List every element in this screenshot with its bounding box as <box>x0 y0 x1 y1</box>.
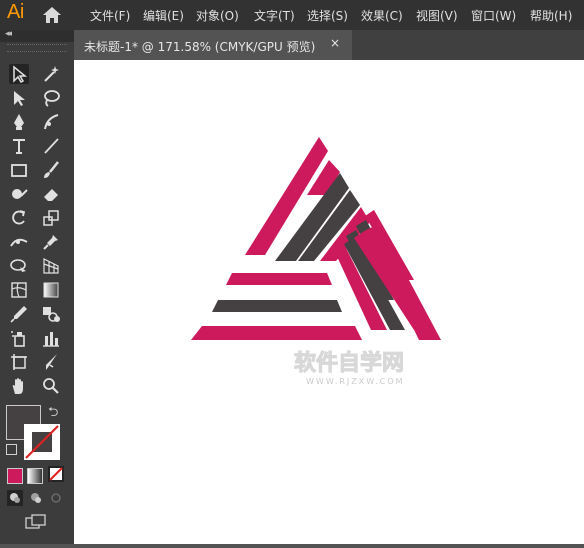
type-tool[interactable] <box>9 136 29 156</box>
blend-icon <box>43 307 60 322</box>
color-mode-icon[interactable] <box>7 468 23 484</box>
column-graph-icon <box>43 332 59 347</box>
pen-tool[interactable] <box>9 112 29 132</box>
artwork[interactable]: 软件自学网 WWW.RJZXW.COM <box>74 60 584 544</box>
draw-behind-icon <box>31 493 41 503</box>
home-icon[interactable] <box>42 6 62 24</box>
draw-behind-button[interactable] <box>28 490 44 506</box>
curvature-tool[interactable] <box>41 112 61 132</box>
type-icon <box>13 139 25 154</box>
width-icon <box>10 238 28 247</box>
magic-wand-icon <box>44 66 59 82</box>
close-tab-icon[interactable]: × <box>330 36 340 50</box>
curvature-icon <box>44 114 59 130</box>
gradient-tool[interactable] <box>41 280 61 300</box>
menu-select[interactable]: 选择(S) <box>307 7 348 24</box>
gradient-icon <box>43 282 59 298</box>
watermark-sub: WWW.RJZXW.COM <box>306 377 405 386</box>
blend-tool[interactable] <box>41 304 61 324</box>
screen-mode-button[interactable] <box>25 514 47 530</box>
swap-fill-stroke-icon[interactable]: ⮌ <box>48 403 58 425</box>
watermark-main: 软件自学网 <box>294 350 404 376</box>
perspective-grid-icon <box>43 258 59 274</box>
none-mode-icon <box>49 467 63 481</box>
rotate-icon <box>12 210 26 225</box>
menu-file[interactable]: 文件(F) <box>90 7 130 24</box>
shaper-icon <box>12 189 28 199</box>
mesh-tool[interactable] <box>9 280 29 300</box>
shaper-tool[interactable] <box>9 184 29 204</box>
zoom-icon <box>43 378 59 394</box>
eraser-tool[interactable] <box>41 184 61 204</box>
symbol-sprayer-tool[interactable] <box>9 328 29 348</box>
menu-bar: Ai 文件(F) 编辑(E) 对象(O) 文字(T) 选择(S) 效果(C) 视… <box>0 0 584 30</box>
draw-inside-button[interactable] <box>48 490 64 506</box>
selection-tool-icon <box>13 65 28 83</box>
menu-effect[interactable]: 效果(C) <box>361 7 403 24</box>
dark-bar-1 <box>212 300 342 312</box>
hand-icon <box>12 378 23 394</box>
menu-type[interactable]: 文字(T) <box>254 7 295 24</box>
pen-icon <box>14 114 24 130</box>
rectangle-icon <box>11 164 27 177</box>
scale-tool[interactable] <box>41 208 61 228</box>
paintbrush-icon <box>44 161 59 178</box>
selection-tool[interactable] <box>9 64 29 84</box>
hand-tool[interactable] <box>9 376 29 396</box>
stroke-swatch[interactable] <box>24 424 60 460</box>
menu-window[interactable]: 窗口(W) <box>471 7 516 24</box>
eyedropper-tool[interactable] <box>9 304 29 324</box>
draw-normal-icon <box>10 493 20 503</box>
tools-panel-header <box>0 30 74 42</box>
menu-help[interactable]: 帮助(H) <box>530 7 572 24</box>
width-tool[interactable] <box>9 232 29 252</box>
symbol-sprayer-icon <box>11 331 25 347</box>
pink-bar-1 <box>226 273 332 285</box>
draw-normal-button[interactable] <box>7 490 23 506</box>
document-tab-title: 未标题-1* @ 171.58% (CMYK/GPU 预览) <box>84 40 316 54</box>
screen-mode-icon <box>25 514 46 529</box>
collapse-icon[interactable]: ◂◂ <box>5 29 12 39</box>
pink-bar-2 <box>191 326 362 340</box>
eraser-icon <box>44 189 58 201</box>
zoom-tool[interactable] <box>41 376 61 396</box>
column-graph-tool[interactable] <box>41 328 61 348</box>
artboard-icon <box>11 354 27 370</box>
app-logo: Ai <box>7 1 24 23</box>
scale-icon <box>43 210 59 226</box>
lasso-tool[interactable] <box>41 88 61 108</box>
eyedropper-icon <box>10 306 27 323</box>
magic-wand-tool[interactable] <box>41 64 61 84</box>
panel-grip[interactable] <box>7 44 67 52</box>
rotate-tool[interactable] <box>9 208 29 228</box>
menu-edit[interactable]: 编辑(E) <box>143 7 184 24</box>
line-segment-tool[interactable] <box>41 136 61 156</box>
lasso-icon <box>44 90 60 107</box>
shape-builder-icon <box>10 259 26 272</box>
puppet-warp-tool[interactable] <box>41 232 61 252</box>
direct-selection-tool[interactable] <box>9 88 29 108</box>
artboard-canvas[interactable]: 软件自学网 WWW.RJZXW.COM <box>74 60 584 544</box>
gradient-mode-icon[interactable] <box>27 468 43 484</box>
slice-icon <box>46 354 57 370</box>
paintbrush-tool[interactable] <box>41 160 61 180</box>
draw-inside-icon <box>51 493 61 503</box>
menu-object[interactable]: 对象(O) <box>196 7 239 24</box>
mesh-icon <box>11 282 27 298</box>
default-colors-icon[interactable] <box>6 444 17 455</box>
puppet-warp-icon <box>43 235 58 250</box>
none-mode-button[interactable] <box>48 466 64 482</box>
line-segment-icon <box>44 138 59 154</box>
slice-tool[interactable] <box>41 352 61 372</box>
artboard-tool[interactable] <box>9 352 29 372</box>
shape-builder-tool[interactable] <box>9 256 29 276</box>
rectangle-tool[interactable] <box>9 160 29 180</box>
menu-view[interactable]: 视图(V) <box>416 7 458 24</box>
direct-selection-icon <box>14 91 25 106</box>
perspective-grid-tool[interactable] <box>41 256 61 276</box>
